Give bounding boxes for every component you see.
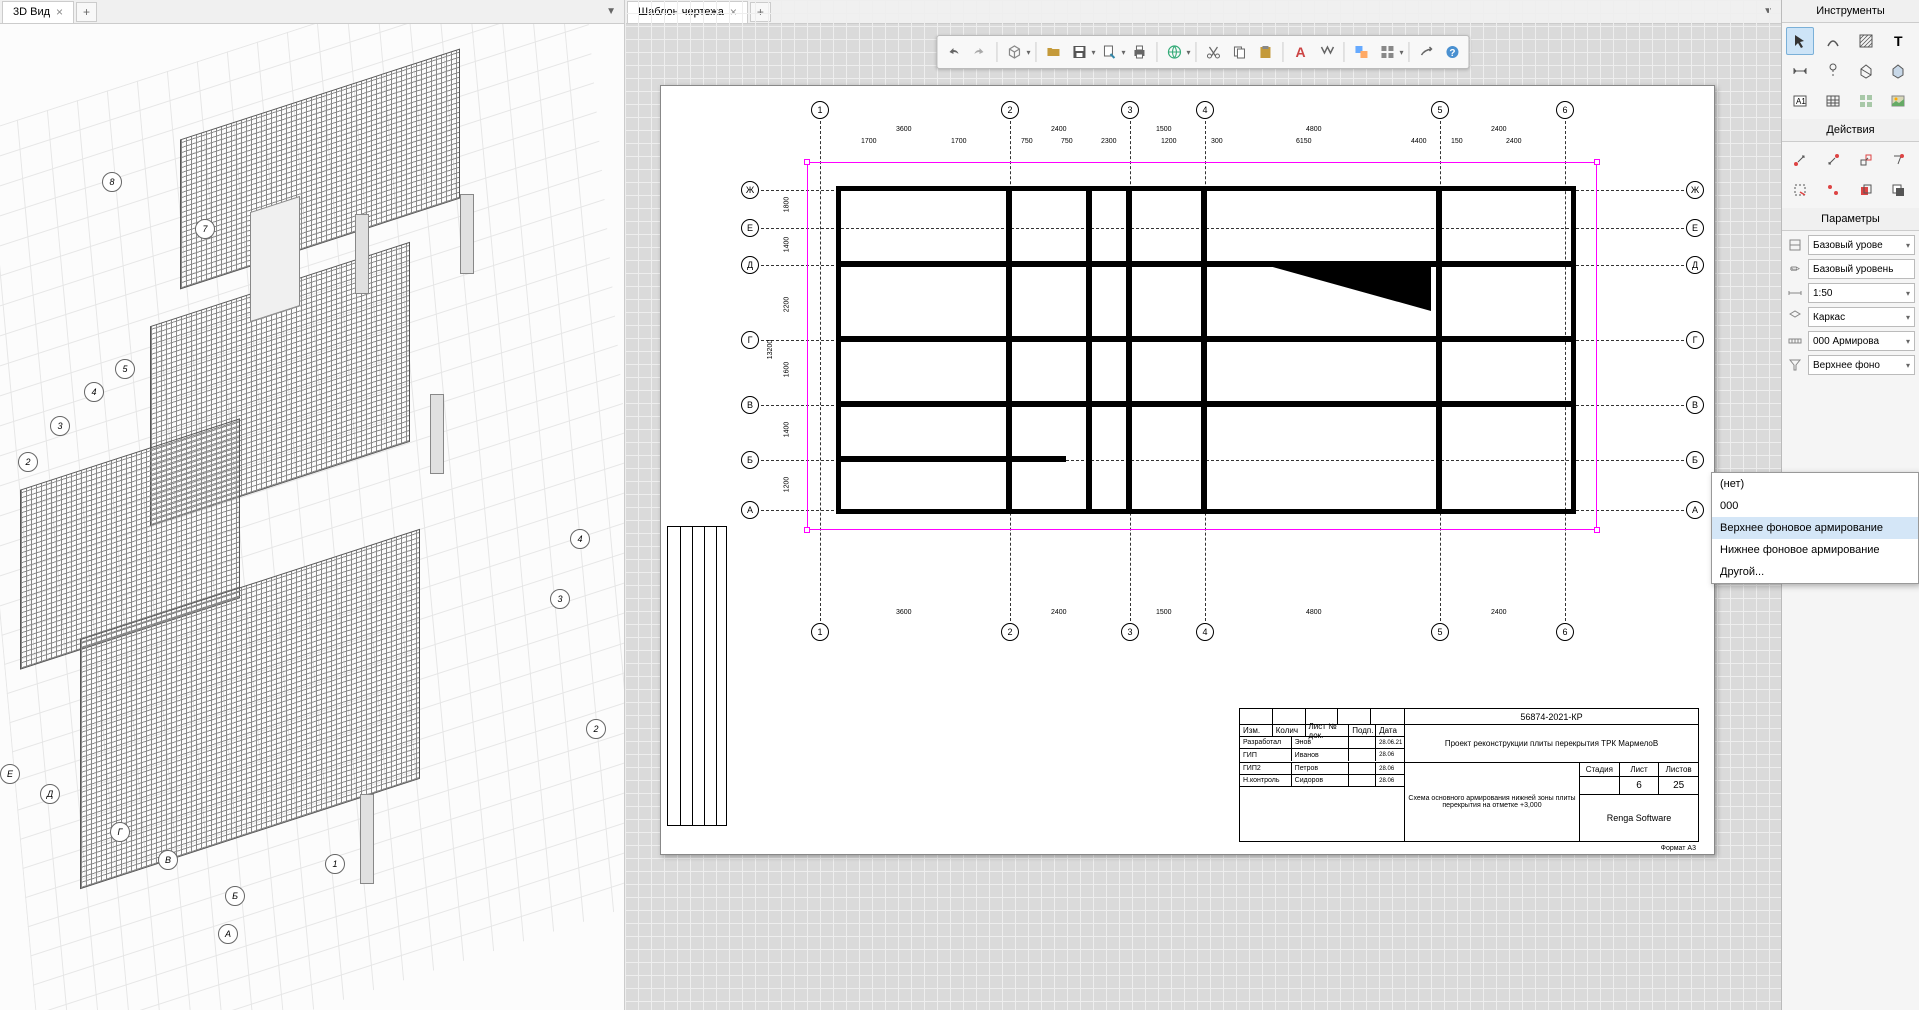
open-button[interactable] (1041, 40, 1065, 64)
add-tab-button[interactable]: + (76, 2, 97, 22)
tools-grid: T A1 (1782, 23, 1919, 119)
frame-select[interactable]: Каркас▾ (1808, 307, 1915, 327)
level-select[interactable]: Базовый урове▾ (1808, 235, 1915, 255)
dimension-tool[interactable] (1786, 57, 1814, 85)
bring-front-action[interactable] (1884, 176, 1912, 204)
filter-select[interactable]: Верхнее фоно▾ (1808, 355, 1915, 375)
move-start-action[interactable] (1786, 146, 1814, 174)
text-icon: ✏ (1786, 260, 1804, 278)
main-toolbar: ▾ ▾ ▾ ▾ A ▾ ? (936, 35, 1469, 69)
view-tool[interactable] (1884, 57, 1912, 85)
export-button[interactable] (1097, 40, 1121, 64)
selection-rect[interactable] (807, 162, 1597, 530)
filter-dropdown-menu: (нет) 000 Верхнее фоновое армирование Ни… (1711, 472, 1919, 584)
paste-button[interactable] (1254, 40, 1278, 64)
globe-button[interactable] (1163, 40, 1187, 64)
dd-item-000[interactable]: 000 (1712, 495, 1918, 517)
undo-button[interactable] (941, 40, 965, 64)
box-button[interactable] (1002, 40, 1026, 64)
print-button[interactable] (1128, 40, 1152, 64)
scale-select[interactable]: 1:50▾ (1808, 283, 1915, 303)
drawing-sheet: 1 2 3 4 5 6 1 2 3 4 5 6 Ж Е Д Г (660, 85, 1715, 855)
help-button[interactable]: ? (1441, 40, 1465, 64)
grid-tool[interactable] (1852, 87, 1880, 115)
axis-tool[interactable] (1819, 57, 1847, 85)
tools-panel-header: Инструменты (1782, 0, 1919, 23)
params-panel-header: Параметры (1782, 208, 1919, 231)
hatch-tool[interactable] (1852, 27, 1880, 55)
filter-icon (1786, 356, 1804, 374)
line-tool[interactable] (1819, 27, 1847, 55)
settings-button[interactable] (1415, 40, 1439, 64)
svg-text:?: ? (1449, 48, 1455, 59)
rebar-icon (1786, 332, 1804, 350)
table-tool[interactable] (1819, 87, 1847, 115)
company: Renga Software (1580, 795, 1698, 841)
tab-3d-view[interactable]: 3D Вид × (2, 1, 74, 23)
tab-label: 3D Вид (13, 6, 50, 18)
select-tool[interactable] (1786, 27, 1814, 55)
frame-icon (1786, 308, 1804, 326)
save-button[interactable] (1067, 40, 1091, 64)
replicate-button[interactable] (1376, 40, 1400, 64)
move-end-action[interactable] (1819, 146, 1847, 174)
dd-item-none[interactable]: (нет) (1712, 473, 1918, 495)
redo-button[interactable] (967, 40, 991, 64)
image-tool[interactable] (1884, 87, 1912, 115)
reinforcement-select[interactable]: 000 Армирова▾ (1808, 331, 1915, 351)
level-name-field[interactable]: Базовый уровень (1808, 259, 1915, 279)
scale-action[interactable] (1852, 146, 1880, 174)
level-icon (1786, 236, 1804, 254)
title-block: 56874-2021-КР Изм. Колич Лист № док. Под… (1239, 708, 1699, 842)
format-label: Формат A3 (1661, 845, 1696, 852)
doc-number: 56874-2021-КР (1405, 709, 1698, 724)
viewport-3d[interactable]: 8 7 4 3 2 5 4 3 2 1 Е Д Г В Б А (0, 24, 624, 1010)
legend-tool[interactable]: A1 (1786, 87, 1814, 115)
select-rect-action[interactable] (1786, 176, 1814, 204)
layer-button[interactable] (1350, 40, 1374, 64)
actions-grid (1782, 142, 1919, 208)
scale-icon (1786, 284, 1804, 302)
copy-button[interactable] (1228, 40, 1252, 64)
dd-item-other[interactable]: Другой... (1712, 561, 1918, 583)
actions-panel-header: Действия (1782, 119, 1919, 142)
text-style-button[interactable]: A (1289, 40, 1313, 64)
point-action[interactable] (1819, 176, 1847, 204)
cut-button[interactable] (1202, 40, 1226, 64)
dd-item-top-bg[interactable]: Верхнее фоновое армирование (1712, 517, 1918, 539)
snap-action[interactable] (1884, 146, 1912, 174)
side-strip (667, 526, 727, 826)
copy-red-action[interactable] (1852, 176, 1880, 204)
drawing-title: Схема основного армирования нижней зоны … (1405, 763, 1580, 841)
plan-view[interactable]: 1 2 3 4 5 6 1 2 3 4 5 6 Ж Е Д Г (751, 106, 1694, 636)
close-icon[interactable]: × (56, 5, 63, 19)
text-tool[interactable]: T (1884, 27, 1912, 55)
project-title: Проект реконструкции плиты перекрытия ТР… (1405, 725, 1698, 762)
section-tool[interactable] (1852, 57, 1880, 85)
tab-dropdown-icon[interactable]: ▼ (602, 4, 620, 19)
dd-item-bottom-bg[interactable]: Нижнее фоновое армирование (1712, 539, 1918, 561)
left-tab-bar: 3D Вид × + ▼ (0, 0, 624, 24)
hatch-button[interactable] (1315, 40, 1339, 64)
svg-text:A1: A1 (1796, 97, 1806, 106)
